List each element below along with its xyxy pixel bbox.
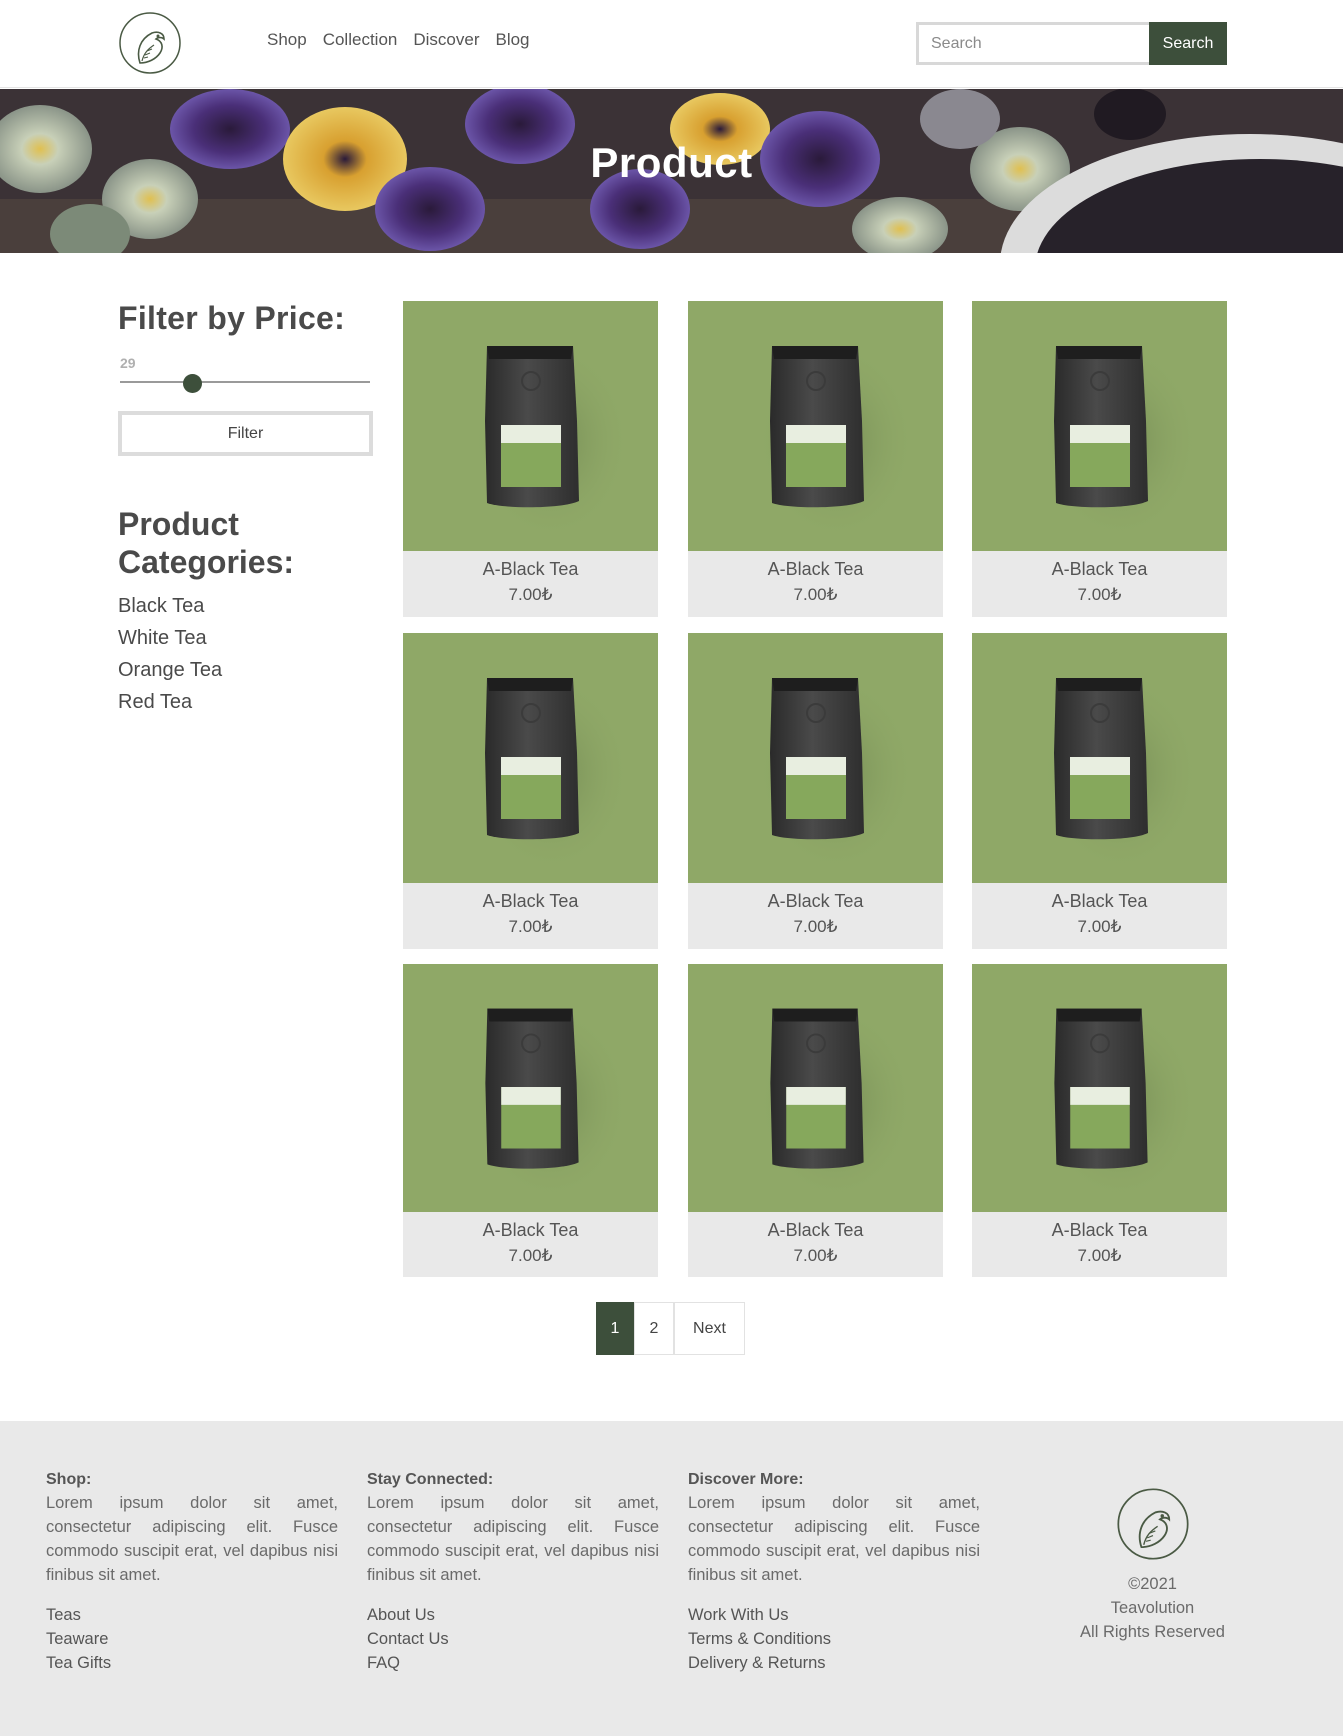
tea-bag-package-icon xyxy=(756,673,916,873)
product-image[interactable] xyxy=(403,301,658,551)
price-slider-track[interactable] xyxy=(120,381,370,383)
filter-title: Filter by Price: xyxy=(118,300,346,336)
footer-column-text: Lorem ipsum dolor sit amet, consectetur … xyxy=(46,1494,338,1584)
product-card[interactable]: A-Black Tea 7.00₺ xyxy=(972,301,1227,617)
product-card[interactable]: A-Black Tea 7.00₺ xyxy=(403,964,658,1277)
footer-link-terms[interactable]: Terms & Conditions xyxy=(688,1627,980,1651)
product-image[interactable] xyxy=(403,964,658,1212)
product-image[interactable] xyxy=(972,633,1227,883)
product-price: 7.00₺ xyxy=(508,1246,553,1265)
footer-brand: ©2021 Teavolution All Rights Reserved xyxy=(1060,1487,1245,1644)
footer-link-contact[interactable]: Contact Us xyxy=(367,1627,659,1651)
page-title: Product xyxy=(590,139,753,186)
product-price: 7.00₺ xyxy=(1077,1246,1122,1265)
footer-link-about[interactable]: About Us xyxy=(367,1603,659,1627)
product-image[interactable] xyxy=(972,964,1227,1212)
categories-title: Product Categories: xyxy=(118,506,295,580)
product-card[interactable]: A-Black Tea 7.00₺ xyxy=(972,633,1227,949)
filter-button[interactable]: Filter xyxy=(118,411,373,456)
product-price: 7.00₺ xyxy=(793,585,838,604)
site-header: Shop Collection Discover Blog Search xyxy=(0,0,1343,88)
product-name[interactable]: A-Black Tea xyxy=(688,888,943,914)
search-button[interactable]: Search xyxy=(1149,22,1227,65)
category-red-tea[interactable]: Red Tea xyxy=(118,686,222,718)
product-card[interactable]: A-Black Tea 7.00₺ xyxy=(688,633,943,949)
product-image[interactable] xyxy=(688,633,943,883)
product-name[interactable]: A-Black Tea xyxy=(688,1217,943,1243)
product-card[interactable]: A-Black Tea 7.00₺ xyxy=(403,301,658,617)
footer-column-shop: Shop: Lorem ipsum dolor sit amet, consec… xyxy=(46,1469,338,1675)
tea-bag-package-icon xyxy=(471,673,631,873)
product-card[interactable]: A-Black Tea 7.00₺ xyxy=(688,964,943,1277)
footer-link-work[interactable]: Work With Us xyxy=(688,1603,980,1627)
price-slider-handle[interactable] xyxy=(183,374,202,393)
product-image[interactable] xyxy=(972,301,1227,551)
product-image[interactable] xyxy=(403,633,658,883)
tea-bag-package-icon xyxy=(1040,673,1200,873)
product-price: 7.00₺ xyxy=(508,917,553,936)
product-card[interactable]: A-Black Tea 7.00₺ xyxy=(972,964,1227,1277)
tea-bag-package-icon xyxy=(471,341,631,541)
footer-link-teaware[interactable]: Teaware xyxy=(46,1627,338,1651)
product-price: 7.00₺ xyxy=(1077,585,1122,604)
product-name[interactable]: A-Black Tea xyxy=(403,556,658,582)
brand-name: Teavolution xyxy=(1110,1599,1195,1617)
pagination: 1 2 Next xyxy=(596,1302,745,1355)
footer-column-title: Shop: xyxy=(46,1471,92,1488)
tea-bag-package-icon xyxy=(1040,341,1200,541)
product-name[interactable]: A-Black Tea xyxy=(972,556,1227,582)
tea-bag-package-icon xyxy=(756,1003,916,1203)
product-image[interactable] xyxy=(688,301,943,551)
nav-discover[interactable]: Discover xyxy=(413,30,479,50)
footer-link-tea-gifts[interactable]: Tea Gifts xyxy=(46,1651,338,1675)
page-2-button[interactable]: 2 xyxy=(634,1302,674,1355)
product-price: 7.00₺ xyxy=(793,1246,838,1265)
product-name[interactable]: A-Black Tea xyxy=(403,888,658,914)
footer-column-text: Lorem ipsum dolor sit amet, consectetur … xyxy=(688,1494,980,1584)
footer-column-discover: Discover More: Lorem ipsum dolor sit ame… xyxy=(688,1469,980,1675)
product-name[interactable]: A-Black Tea xyxy=(972,1217,1227,1243)
product-price: 7.00₺ xyxy=(508,585,553,604)
hero-banner: Product xyxy=(0,89,1343,253)
product-image[interactable] xyxy=(688,964,943,1212)
tea-bag-package-icon xyxy=(471,1003,631,1203)
product-price: 7.00₺ xyxy=(793,917,838,936)
footer-link-faq[interactable]: FAQ xyxy=(367,1651,659,1675)
footer-column-title: Stay Connected: xyxy=(367,1471,494,1488)
footer-link-delivery[interactable]: Delivery & Returns xyxy=(688,1651,980,1675)
main-nav: Shop Collection Discover Blog xyxy=(267,30,530,50)
next-page-button[interactable]: Next xyxy=(674,1302,745,1355)
footer-column-title: Discover More: xyxy=(688,1471,804,1488)
rights-text: All Rights Reserved xyxy=(1080,1623,1225,1641)
product-name[interactable]: A-Black Tea xyxy=(972,888,1227,914)
product-name[interactable]: A-Black Tea xyxy=(688,556,943,582)
category-orange-tea[interactable]: Orange Tea xyxy=(118,654,222,686)
search-form: Search xyxy=(916,22,1227,65)
bird-leaf-logo-icon[interactable] xyxy=(118,11,182,75)
product-card[interactable]: A-Black Tea 7.00₺ xyxy=(688,301,943,617)
category-white-tea[interactable]: White Tea xyxy=(118,622,222,654)
product-card[interactable]: A-Black Tea 7.00₺ xyxy=(403,633,658,949)
search-input[interactable] xyxy=(916,22,1149,65)
site-footer: Shop: Lorem ipsum dolor sit amet, consec… xyxy=(0,1421,1343,1736)
category-black-tea[interactable]: Black Tea xyxy=(118,590,222,622)
page-1-button[interactable]: 1 xyxy=(596,1302,634,1355)
footer-link-teas[interactable]: Teas xyxy=(46,1603,338,1627)
category-list: Black Tea White Tea Orange Tea Red Tea xyxy=(118,590,222,718)
bird-leaf-logo-icon xyxy=(1116,1488,1189,1560)
product-name[interactable]: A-Black Tea xyxy=(403,1217,658,1243)
nav-collection[interactable]: Collection xyxy=(323,30,398,50)
nav-blog[interactable]: Blog xyxy=(495,30,529,50)
footer-column-connected: Stay Connected: Lorem ipsum dolor sit am… xyxy=(367,1469,659,1675)
nav-shop[interactable]: Shop xyxy=(267,30,307,50)
tea-bag-package-icon xyxy=(1040,1003,1200,1203)
price-slider-value: 29 xyxy=(120,355,136,371)
copyright-year: ©2021 xyxy=(1128,1575,1177,1593)
tea-bag-package-icon xyxy=(756,341,916,541)
footer-column-text: Lorem ipsum dolor sit amet, consectetur … xyxy=(367,1494,659,1584)
product-price: 7.00₺ xyxy=(1077,917,1122,936)
